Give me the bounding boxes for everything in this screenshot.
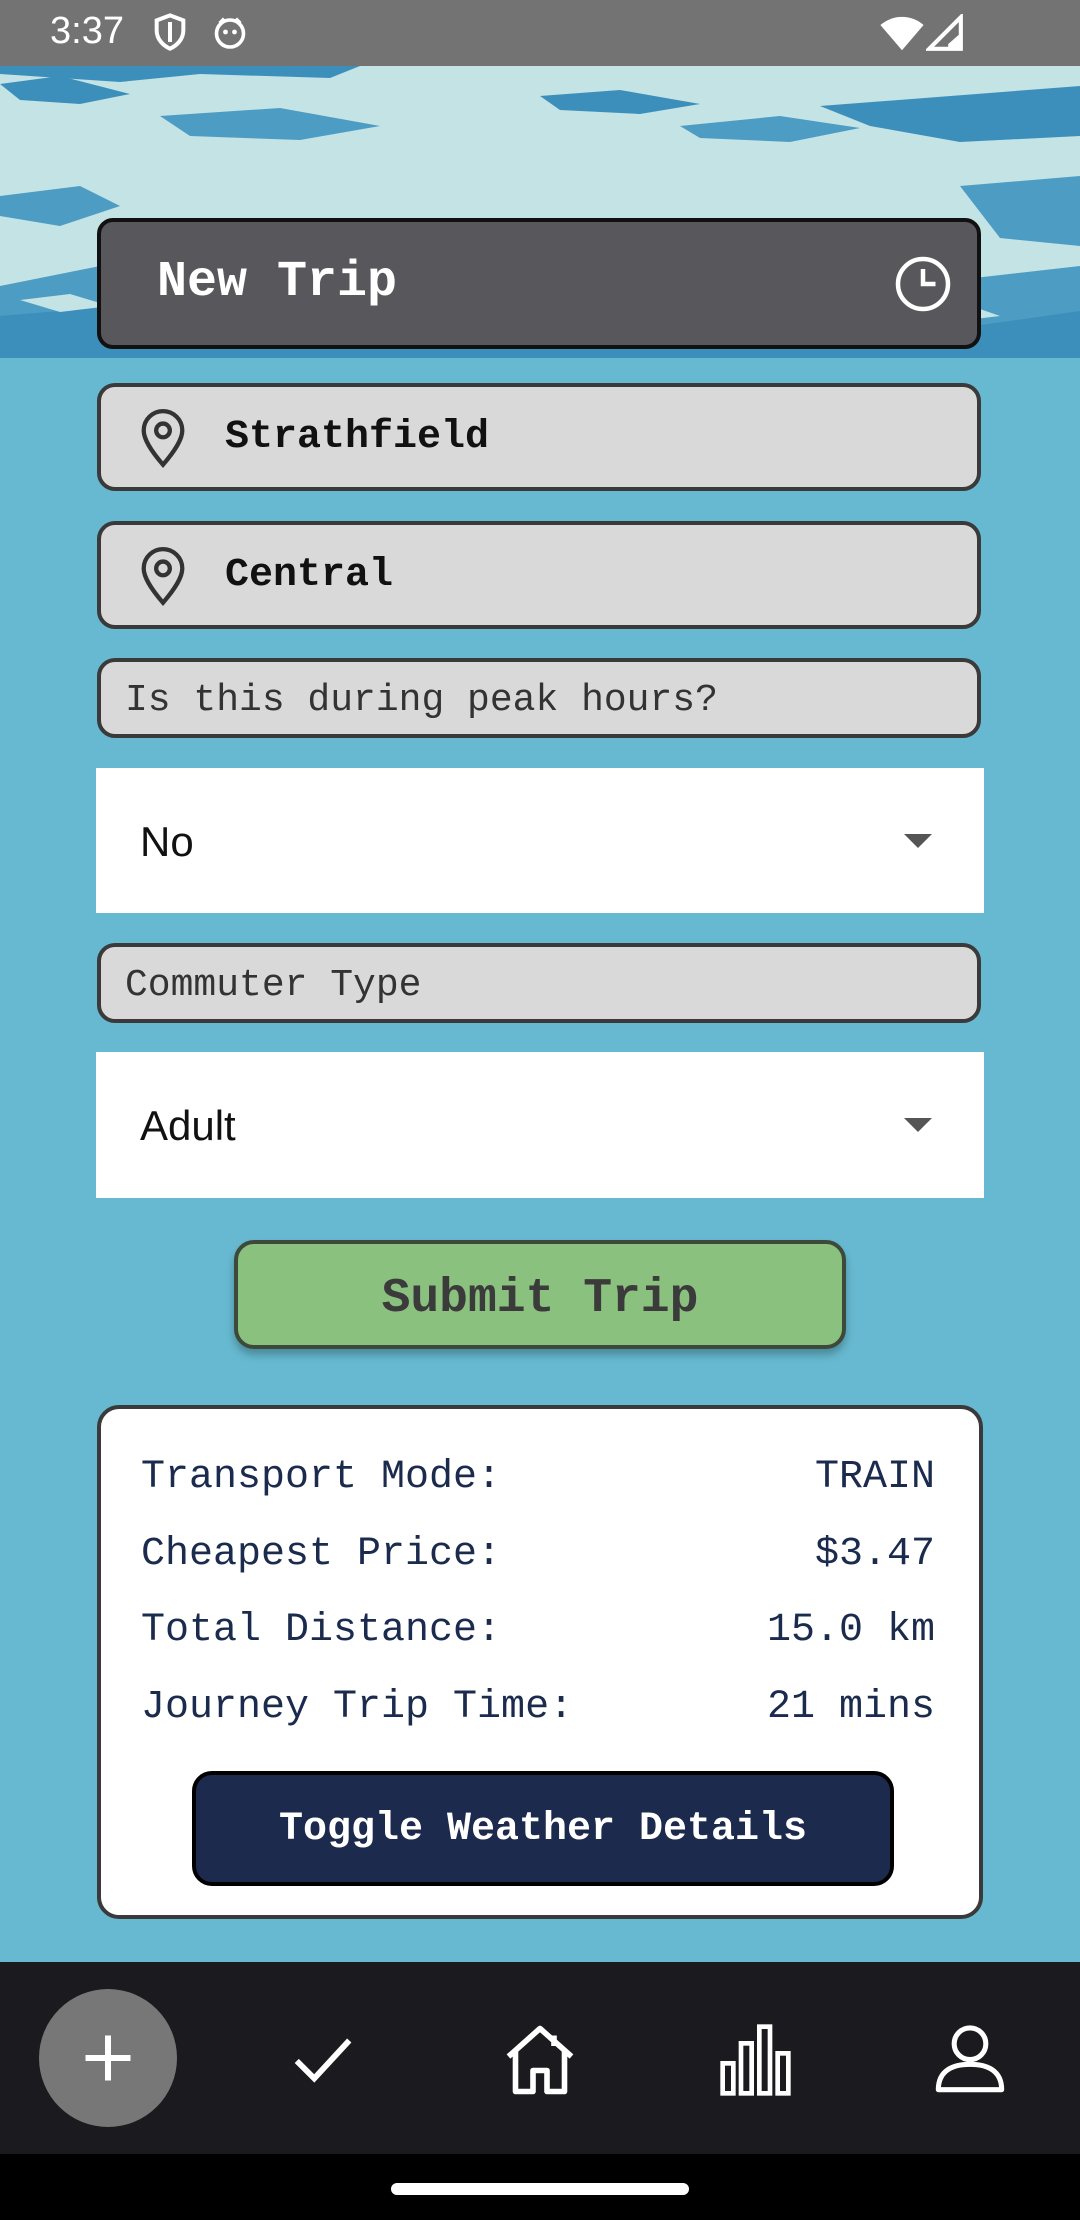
peak-hours-label: Is this during peak hours? <box>97 658 981 738</box>
submit-trip-label: Submit Trip <box>381 1272 699 1326</box>
page-title: New Trip <box>157 254 398 311</box>
shield-icon <box>154 13 186 51</box>
location-pin-icon <box>141 409 185 469</box>
dropdown-arrow-icon <box>904 1118 932 1132</box>
toggle-weather-button[interactable]: Toggle Weather Details <box>192 1771 894 1886</box>
destination-value: Central <box>225 553 394 598</box>
home-gesture-bar[interactable] <box>391 2183 689 2195</box>
person-icon[interactable] <box>932 2018 1008 2098</box>
journey-time-value: 21 mins <box>766 1685 935 1730</box>
cheapest-price-value: $3.47 <box>814 1532 935 1577</box>
bottom-navigation <box>0 1962 1080 2154</box>
toggle-weather-label: Toggle Weather Details <box>278 1807 808 1852</box>
nav-new-trip[interactable] <box>39 1989 177 2127</box>
transport-mode-value: TRAIN <box>814 1455 935 1500</box>
destination-field[interactable]: Central <box>97 521 981 629</box>
peak-hours-selected: No <box>140 818 194 865</box>
total-distance-value: 15.0 km <box>766 1608 935 1653</box>
submit-trip-button[interactable]: Submit Trip <box>234 1240 846 1349</box>
cheapest-price-label: Cheapest Price: <box>141 1532 502 1577</box>
app-notification-icon <box>214 17 246 49</box>
signal-icon <box>926 14 963 51</box>
total-distance-label: Total Distance: <box>141 1608 502 1653</box>
home-icon[interactable] <box>498 2018 582 2102</box>
trip-results-card: Transport Mode: TRAIN Cheapest Price: $3… <box>97 1405 983 1919</box>
dropdown-arrow-icon <box>904 834 932 848</box>
wifi-icon <box>880 16 924 51</box>
commuter-type-selected: Adult <box>140 1102 236 1149</box>
journey-time-label: Journey Trip Time: <box>141 1685 574 1730</box>
peak-hours-label-text: Is this during peak hours? <box>125 679 718 722</box>
plus-icon <box>85 2035 131 2081</box>
trip-header: New Trip <box>97 218 981 349</box>
commuter-type-label-text: Commuter Type <box>125 964 422 1007</box>
bar-chart-icon[interactable] <box>716 2018 796 2102</box>
transport-mode-label: Transport Mode: <box>141 1455 502 1500</box>
origin-field[interactable]: Strathfield <box>97 383 981 491</box>
status-bar: 3:37 <box>0 0 1080 66</box>
peak-hours-dropdown[interactable]: No <box>96 768 984 913</box>
check-icon[interactable] <box>288 2018 358 2098</box>
location-pin-icon <box>141 547 185 607</box>
status-time: 3:37 <box>50 10 124 52</box>
history-icon[interactable] <box>893 254 953 314</box>
commuter-type-dropdown[interactable]: Adult <box>96 1052 984 1198</box>
commuter-type-label: Commuter Type <box>97 943 981 1023</box>
origin-value: Strathfield <box>225 415 490 460</box>
